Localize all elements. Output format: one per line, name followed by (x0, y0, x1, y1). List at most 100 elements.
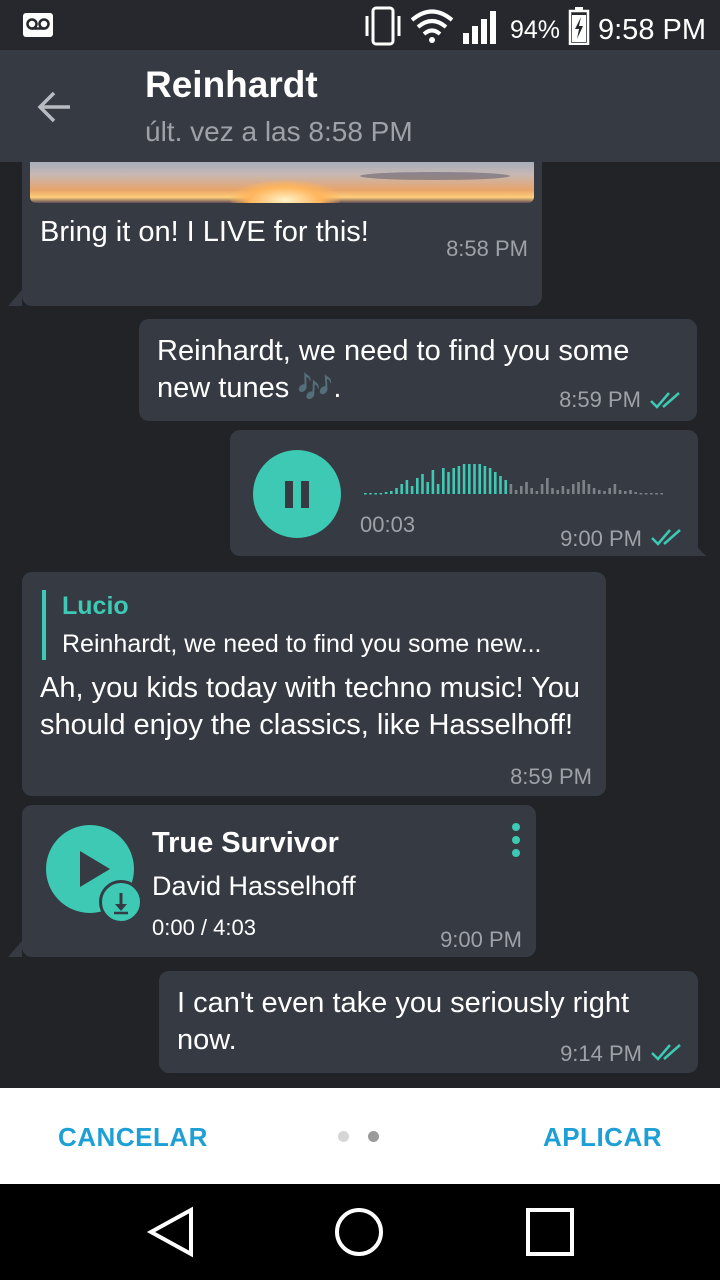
waveform-bar (452, 468, 455, 494)
waveform-bar (379, 493, 383, 495)
waveform-bar (520, 486, 523, 494)
nav-back-icon[interactable] (145, 1206, 197, 1263)
track-title: True Survivor (152, 827, 339, 859)
waveform-bar (629, 490, 632, 494)
waveform-bar (603, 491, 606, 494)
track-progress: 0:00 / 4:03 (152, 915, 256, 940)
page-indicator-dot (338, 1131, 349, 1142)
vibrate-icon (364, 6, 402, 54)
waveform-bar (530, 488, 533, 494)
waveform-bar (468, 464, 471, 494)
chat-area[interactable]: Bring it on! I LIVE for this! 8:58 PM Re… (0, 162, 720, 1088)
navigation-bar (0, 1184, 720, 1280)
voicemail-icon (22, 12, 54, 43)
audio-file-bubble[interactable]: True Survivor David Hasselhoff 0:00 / 4:… (22, 805, 536, 957)
battery-charging-icon (568, 7, 590, 53)
waveform-bar (624, 491, 627, 494)
waveform-bar (592, 488, 596, 494)
waveform-bar (546, 478, 549, 494)
message-bubble-outgoing[interactable]: Reinhardt, we need to find you some new … (139, 319, 697, 421)
chat-header: Reinhardt últ. vez a las 8:58 PM (0, 50, 720, 162)
waveform-bar (577, 482, 580, 494)
waveform-bar (431, 470, 435, 494)
download-badge-icon[interactable] (99, 880, 143, 924)
battery-percent: 94% (509, 15, 560, 44)
reply-text: Reinhardt, we need to find you some new.… (62, 630, 542, 658)
voice-message-bubble[interactable]: 00:03 9:00 PM (230, 430, 698, 556)
waveform-bar (483, 466, 487, 494)
message-text: Bring it on! I LIVE for this! (40, 216, 369, 248)
waveform[interactable] (364, 462, 674, 496)
waveform-bar (525, 482, 528, 494)
waveform-bar (405, 480, 409, 494)
message-time: 8:59 PM (559, 387, 641, 412)
message-bubble-incoming[interactable]: Bring it on! I LIVE for this! 8:58 PM (22, 162, 542, 306)
sunset-image[interactable] (30, 162, 534, 203)
clock: 9:58 PM (598, 13, 706, 46)
waveform-bar (390, 491, 393, 494)
cancel-button[interactable]: CANCELAR (58, 1122, 208, 1153)
read-ticks-icon (650, 526, 684, 553)
reply-quote[interactable]: Lucio Reinhardt, we need to find you som… (42, 590, 592, 660)
contact-name[interactable]: Reinhardt (145, 64, 318, 106)
waveform-bar (442, 468, 445, 494)
pause-icon (285, 481, 309, 508)
page-indicator-dot-active (368, 1131, 379, 1142)
waveform-bar (369, 493, 372, 495)
waveform-bar (639, 493, 643, 495)
nav-recents-icon[interactable] (524, 1206, 576, 1263)
bubble-tail (8, 941, 22, 957)
back-arrow-icon[interactable] (30, 82, 80, 132)
waveform-bar (566, 489, 570, 494)
signal-icon (462, 7, 502, 53)
waveform-bar (634, 492, 637, 494)
message-bubble-outgoing[interactable]: I can't even take you seriously right no… (159, 971, 698, 1073)
message-bubble-incoming[interactable]: Lucio Reinhardt, we need to find you som… (22, 572, 606, 796)
waveform-bar (655, 493, 658, 495)
waveform-bar (488, 468, 492, 494)
waveform-bar (535, 491, 539, 494)
waveform-bar (447, 472, 450, 494)
waveform-bar (660, 493, 663, 495)
waveform-bar (395, 488, 398, 494)
message-time: 8:58 PM (446, 236, 528, 261)
reply-author: Lucio (62, 592, 129, 620)
read-ticks-icon (650, 1041, 684, 1068)
waveform-bar (608, 488, 611, 494)
waveform-bar (499, 476, 502, 494)
waveform-bar (410, 486, 414, 494)
waveform-bar (618, 490, 622, 494)
waveform-bar (613, 484, 617, 494)
waveform-bar (650, 493, 653, 495)
waveform-bar (374, 493, 377, 495)
waveform-bar (587, 484, 591, 494)
waveform-bar (514, 490, 518, 494)
waveform-bar (509, 484, 513, 494)
message-text: Ah, you kids today with techno music! Yo… (40, 672, 581, 741)
waveform-bar (462, 464, 466, 494)
read-ticks-icon (649, 389, 683, 416)
waveform-bar (421, 474, 424, 494)
wifi-icon (410, 9, 454, 51)
waveform-bar (494, 472, 497, 494)
more-options-icon[interactable] (510, 823, 522, 857)
apply-button[interactable]: APLICAR (543, 1122, 662, 1153)
waveform-bar (504, 480, 507, 494)
waveform-bar (644, 493, 648, 495)
waveform-bar (561, 486, 565, 494)
nav-home-icon[interactable] (333, 1206, 385, 1263)
waveform-bar (598, 490, 601, 494)
waveform-bar (540, 484, 544, 494)
pause-button[interactable] (253, 450, 341, 538)
bubble-tail (8, 290, 22, 306)
waveform-bar (400, 484, 403, 494)
message-time: 9:14 PM (560, 1041, 642, 1066)
message-time: 9:00 PM (440, 927, 522, 952)
message-time: 9:00 PM (560, 526, 642, 551)
waveform-bar (478, 464, 481, 494)
waveform-bar (556, 490, 559, 494)
waveform-bar (436, 484, 440, 494)
waveform-bar (473, 464, 476, 494)
last-seen: últ. vez a las 8:58 PM (145, 116, 413, 147)
waveform-bar (572, 484, 575, 494)
